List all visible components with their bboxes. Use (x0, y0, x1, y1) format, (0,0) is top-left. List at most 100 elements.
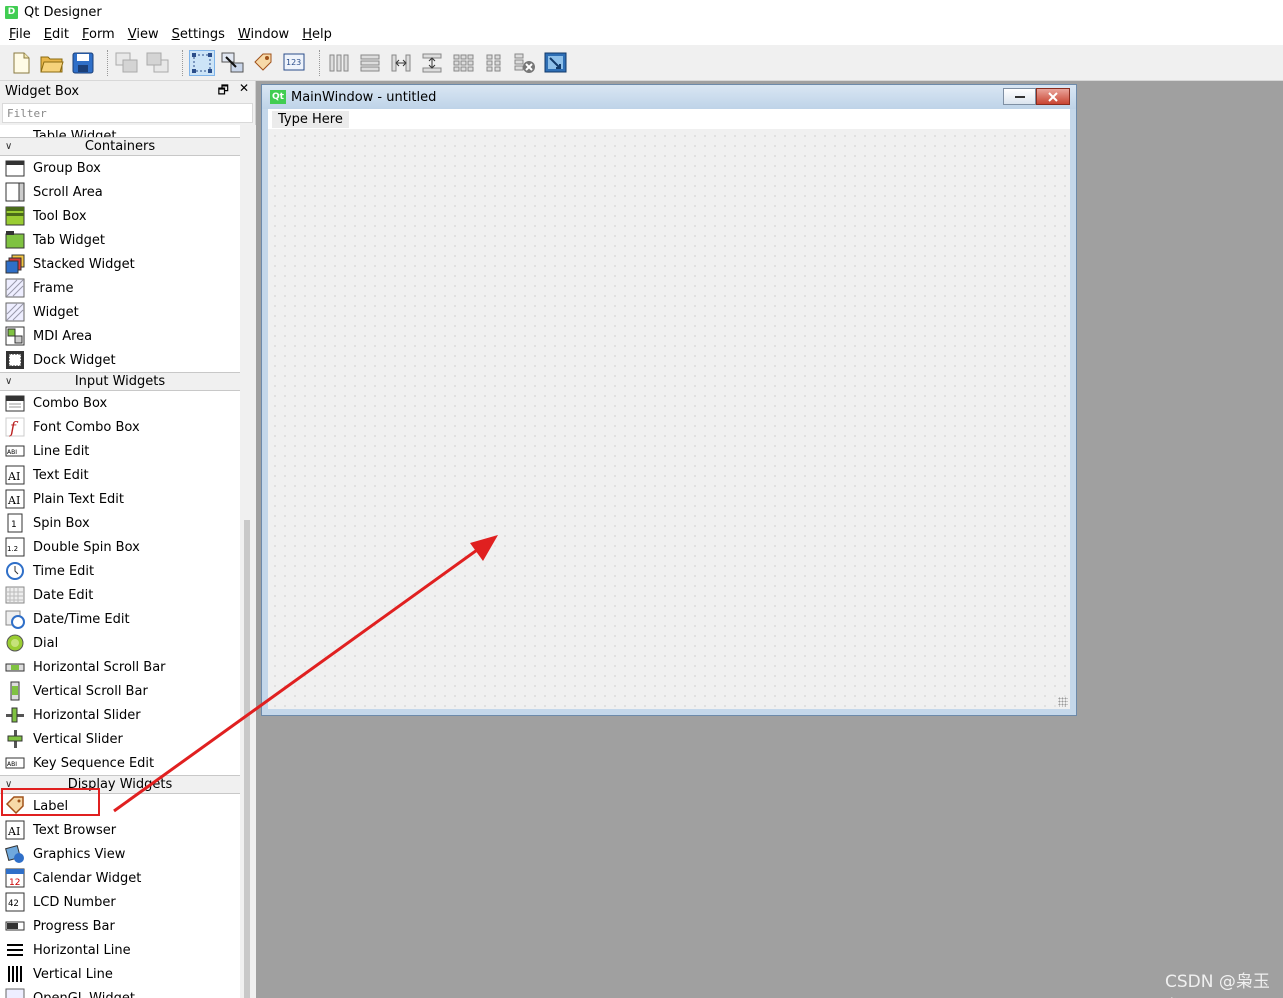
combo-box-icon (5, 393, 25, 413)
adjust-size-icon[interactable] (543, 50, 569, 76)
widget-item-key-sequence-edit[interactable]: ABI Key Sequence Edit (0, 751, 240, 775)
widget-item-dock-widget[interactable]: Dock Widget (0, 348, 240, 372)
widget-item-double-spin-box[interactable]: 1.2 Double Spin Box (0, 535, 240, 559)
layout-horizontal-icon[interactable] (326, 50, 352, 76)
widget-item-horizontal-slider[interactable]: Horizontal Slider (0, 703, 240, 727)
layout-grid-icon[interactable] (450, 50, 476, 76)
widget-item-vertical-scroll-bar[interactable]: Vertical Scroll Bar (0, 679, 240, 703)
menu-settings[interactable]: Settings (167, 27, 230, 42)
edit-tab-order-icon[interactable]: 123 (282, 50, 308, 76)
widget-item-label: Double Spin Box (33, 539, 140, 555)
widget-item-graphics-view[interactable]: Graphics View (0, 842, 240, 866)
widget-filter-input[interactable]: Filter (2, 103, 253, 123)
widget-item-date-edit[interactable]: Date Edit (0, 583, 240, 607)
chevron-down-icon[interactable]: ∨ (5, 376, 12, 387)
tool-box-icon (5, 206, 25, 226)
time-edit-icon (5, 561, 25, 581)
widget-item-lcd-number[interactable]: 42 LCD Number (0, 890, 240, 914)
widget-item-combo-box[interactable]: Combo Box (0, 391, 240, 415)
qt-designer-app-icon: D (5, 5, 18, 19)
widget-item-scroll-area[interactable]: Scroll Area (0, 180, 240, 204)
send-to-back-icon[interactable] (114, 50, 140, 76)
close-window-button[interactable] (1036, 88, 1070, 105)
close-dock-icon[interactable]: ✕ (239, 81, 249, 102)
widget-item-label: Progress Bar (33, 918, 115, 934)
widget-item-label: Vertical Slider (33, 731, 123, 747)
form-window-title-bar[interactable]: Qt MainWindow - untitled (262, 85, 1076, 109)
widget-item-text-browser[interactable]: AI Text Browser (0, 818, 240, 842)
widget-item-horizontal-scroll-bar[interactable]: Horizontal Scroll Bar (0, 655, 240, 679)
widget-item-label: Text Edit (33, 467, 89, 483)
widget-item-stacked-widget[interactable]: Stacked Widget (0, 252, 240, 276)
calendar-widget-icon: 12 (5, 868, 25, 888)
widget-box-title-bar: Widget Box 🗗 ✕ (0, 81, 255, 101)
widget-item-line-edit[interactable]: ABI Line Edit (0, 439, 240, 463)
chevron-down-icon[interactable]: ∨ (5, 141, 12, 152)
open-folder-icon[interactable] (39, 50, 65, 76)
form-canvas[interactable]: Type Here (268, 109, 1070, 709)
widget-item-vertical-line[interactable]: Vertical Line (0, 962, 240, 986)
menu-window[interactable]: Window (233, 27, 294, 42)
widget-item-widget[interactable]: Widget (0, 300, 240, 324)
category-input-widgets[interactable]: ∨ Input Widgets (0, 372, 240, 391)
widget-item-mdi-area[interactable]: MDI Area (0, 324, 240, 348)
widget-item-calendar-widget[interactable]: 12 Calendar Widget (0, 866, 240, 890)
category-containers[interactable]: ∨ Containers (0, 137, 240, 156)
menu-form[interactable]: Form (77, 27, 120, 42)
dock-widget-icon (5, 350, 25, 370)
widget-item-label: MDI Area (33, 328, 93, 344)
widget-list: Table Widget ∨ Containers Group Box Scroll A… (0, 125, 240, 998)
svg-text:AI: AI (7, 825, 20, 838)
edit-signals-slots-icon[interactable] (220, 50, 246, 76)
type-here-menu-placeholder[interactable]: Type Here (272, 110, 349, 128)
list-item-table-widget-partial[interactable]: Table Widget (0, 125, 240, 137)
widget-item-label: Tool Box (33, 208, 87, 224)
widget-item-group-box[interactable]: Group Box (0, 156, 240, 180)
layout-vertical-icon[interactable] (357, 50, 383, 76)
scrollbar-thumb[interactable] (244, 520, 250, 998)
widget-item-spin-box[interactable]: 1 Spin Box (0, 511, 240, 535)
break-layout-icon[interactable] (512, 50, 538, 76)
save-icon[interactable] (70, 50, 96, 76)
layout-form-icon[interactable] (481, 50, 507, 76)
menu-view[interactable]: View (123, 27, 164, 42)
float-dock-icon[interactable]: 🗗 (218, 81, 229, 102)
widget-item-font-combo-box[interactable]: f Font Combo Box (0, 415, 240, 439)
widget-item-label: Tab Widget (33, 232, 105, 248)
plain-text-edit-icon: AI (5, 489, 25, 509)
stacked-widget-icon (5, 254, 25, 274)
widget-item-plain-text-edit[interactable]: AI Plain Text Edit (0, 487, 240, 511)
widget-item-horizontal-line[interactable]: Horizontal Line (0, 938, 240, 962)
widget-item-text-edit[interactable]: AI Text Edit (0, 463, 240, 487)
new-file-icon[interactable] (8, 50, 34, 76)
size-grip[interactable] (1058, 697, 1068, 707)
widget-item-label: Calendar Widget (33, 870, 142, 886)
widget-list-scrollbar[interactable] (241, 125, 256, 998)
widget-item-vertical-slider[interactable]: Vertical Slider (0, 727, 240, 751)
edit-widgets-icon[interactable] (189, 49, 215, 76)
double-spin-box-icon: 1.2 (5, 537, 25, 557)
layout-horizontal-splitter-icon[interactable] (388, 50, 414, 76)
menu-file[interactable]: File (4, 27, 36, 42)
widget-item-dial[interactable]: Dial (0, 631, 240, 655)
svg-text:12: 12 (9, 878, 20, 888)
widget-item-progress-bar[interactable]: Progress Bar (0, 914, 240, 938)
edit-buddies-icon[interactable] (251, 50, 277, 76)
widget-item-time-edit[interactable]: Time Edit (0, 559, 240, 583)
widget-item-opengl-widget[interactable]: OpenGL Widget (0, 986, 240, 998)
widget-item-date-time-edit[interactable]: Date/Time Edit (0, 607, 240, 631)
layout-vertical-splitter-icon[interactable] (419, 50, 445, 76)
widget-item-frame[interactable]: Frame (0, 276, 240, 300)
widget-item-label: Time Edit (33, 563, 95, 579)
widget-item-label: Text Browser (33, 822, 117, 838)
toolbar-separator (319, 49, 320, 76)
bring-to-front-icon[interactable] (145, 50, 171, 76)
form-window-title: MainWindow - untitled (291, 89, 437, 105)
minimize-button[interactable] (1003, 88, 1036, 105)
widget-item-tool-box[interactable]: Tool Box (0, 204, 240, 228)
menu-help[interactable]: Help (297, 27, 337, 42)
widget-item-label: Line Edit (33, 443, 90, 459)
menu-edit[interactable]: Edit (39, 27, 74, 42)
widget-item-label: Widget (33, 304, 79, 320)
widget-item-tab-widget[interactable]: Tab Widget (0, 228, 240, 252)
